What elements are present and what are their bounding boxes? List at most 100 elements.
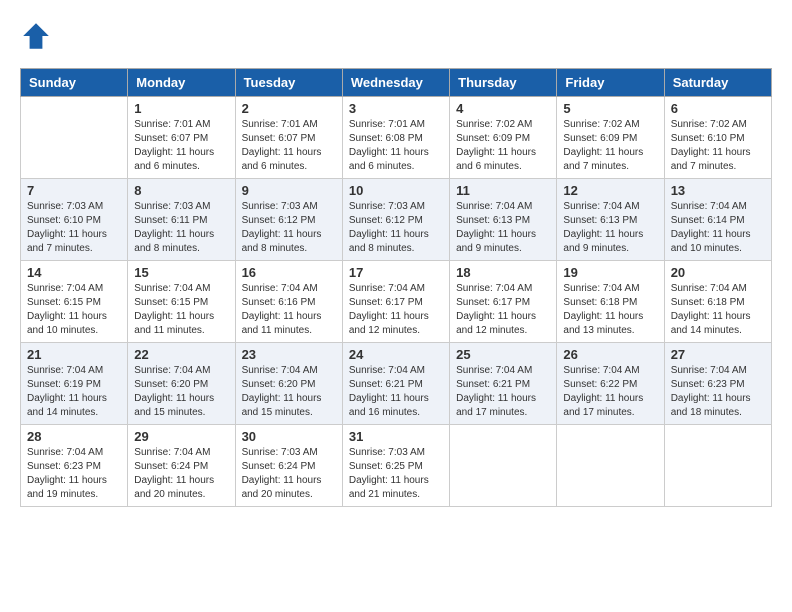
calendar-week-row: 21 Sunrise: 7:04 AM Sunset: 6:19 PM Dayli… bbox=[21, 343, 772, 425]
calendar-cell: 23Sunrise: 7:04 AM Sunset: 6:20 PM Dayli… bbox=[235, 343, 342, 425]
day-info: Sunrise: 7:04 AM Sunset: 6:16 PM Dayligh… bbox=[242, 282, 336, 338]
weekday-header-wednesday: Wednesday bbox=[342, 69, 449, 97]
calendar-cell: 2 Sunrise: 7:01 AM Sunset: 6:07 PM Daylig… bbox=[235, 97, 342, 179]
logo bbox=[20, 20, 56, 52]
calendar-cell bbox=[450, 425, 557, 507]
day-info: Sunrise: 7:01 AM Sunset: 6:08 PM Dayligh… bbox=[349, 118, 443, 174]
calendar-cell: 13 Sunrise: 7:04 AM Sunset: 6:14 PM Dayli… bbox=[664, 179, 771, 261]
day-number: 25 bbox=[456, 347, 550, 362]
day-info: Sunrise: 7:04 AM Sunset: 6:15 PM Dayligh… bbox=[134, 282, 228, 338]
day-number: 13 bbox=[671, 183, 765, 198]
header bbox=[20, 20, 772, 52]
day-number: 3 bbox=[349, 101, 443, 116]
calendar-cell: 10Sunrise: 7:03 AM Sunset: 6:12 PM Dayli… bbox=[342, 179, 449, 261]
calendar-cell: 17 Sunrise: 7:04 AM Sunset: 6:17 PM Dayli… bbox=[342, 261, 449, 343]
calendar-cell: 22Sunrise: 7:04 AM Sunset: 6:20 PM Dayli… bbox=[128, 343, 235, 425]
calendar-cell: 18 Sunrise: 7:04 AM Sunset: 6:17 PM Dayli… bbox=[450, 261, 557, 343]
calendar-cell: 19Sunrise: 7:04 AM Sunset: 6:18 PM Dayli… bbox=[557, 261, 664, 343]
day-info: Sunrise: 7:04 AM Sunset: 6:21 PM Dayligh… bbox=[349, 364, 443, 420]
day-info: Sunrise: 7:03 AM Sunset: 6:12 PM Dayligh… bbox=[242, 200, 336, 256]
day-info: Sunrise: 7:04 AM Sunset: 6:23 PM Dayligh… bbox=[671, 364, 765, 420]
day-number: 23 bbox=[242, 347, 336, 362]
calendar-cell: 25 Sunrise: 7:04 AM Sunset: 6:21 PM Dayli… bbox=[450, 343, 557, 425]
weekday-header-monday: Monday bbox=[128, 69, 235, 97]
calendar-cell: 20 Sunrise: 7:04 AM Sunset: 6:18 PM Dayli… bbox=[664, 261, 771, 343]
day-info: Sunrise: 7:03 AM Sunset: 6:24 PM Dayligh… bbox=[242, 446, 336, 502]
calendar-cell: 29 Sunrise: 7:04 AM Sunset: 6:24 PM Dayli… bbox=[128, 425, 235, 507]
day-info: Sunrise: 7:02 AM Sunset: 6:09 PM Dayligh… bbox=[563, 118, 657, 174]
day-info: Sunrise: 7:03 AM Sunset: 6:12 PM Dayligh… bbox=[349, 200, 443, 256]
day-info: Sunrise: 7:04 AM Sunset: 6:19 PM Dayligh… bbox=[27, 364, 121, 420]
calendar-week-row: 28 Sunrise: 7:04 AM Sunset: 6:23 PM Dayli… bbox=[21, 425, 772, 507]
day-number: 30 bbox=[242, 429, 336, 444]
calendar-cell: 4 Sunrise: 7:02 AM Sunset: 6:09 PM Daylig… bbox=[450, 97, 557, 179]
calendar-cell: 30 Sunrise: 7:03 AM Sunset: 6:24 PM Dayli… bbox=[235, 425, 342, 507]
calendar-cell: 15 Sunrise: 7:04 AM Sunset: 6:15 PM Dayli… bbox=[128, 261, 235, 343]
weekday-header-sunday: Sunday bbox=[21, 69, 128, 97]
day-info: Sunrise: 7:04 AM Sunset: 6:18 PM Dayligh… bbox=[563, 282, 657, 338]
calendar-cell: 31Sunrise: 7:03 AM Sunset: 6:25 PM Dayli… bbox=[342, 425, 449, 507]
weekday-header-row: SundayMondayTuesdayWednesdayThursdayFrid… bbox=[21, 69, 772, 97]
day-number: 1 bbox=[134, 101, 228, 116]
calendar-week-row: 7 Sunrise: 7:03 AM Sunset: 6:10 PM Daylig… bbox=[21, 179, 772, 261]
day-info: Sunrise: 7:04 AM Sunset: 6:17 PM Dayligh… bbox=[456, 282, 550, 338]
day-number: 28 bbox=[27, 429, 121, 444]
day-info: Sunrise: 7:04 AM Sunset: 6:21 PM Dayligh… bbox=[456, 364, 550, 420]
day-number: 4 bbox=[456, 101, 550, 116]
day-number: 18 bbox=[456, 265, 550, 280]
day-info: Sunrise: 7:04 AM Sunset: 6:23 PM Dayligh… bbox=[27, 446, 121, 502]
day-number: 20 bbox=[671, 265, 765, 280]
calendar-cell: 21 Sunrise: 7:04 AM Sunset: 6:19 PM Dayli… bbox=[21, 343, 128, 425]
day-info: Sunrise: 7:04 AM Sunset: 6:13 PM Dayligh… bbox=[456, 200, 550, 256]
day-number: 11 bbox=[456, 183, 550, 198]
calendar-cell: 1 Sunrise: 7:01 AM Sunset: 6:07 PM Daylig… bbox=[128, 97, 235, 179]
day-info: Sunrise: 7:04 AM Sunset: 6:17 PM Dayligh… bbox=[349, 282, 443, 338]
calendar-cell: 28 Sunrise: 7:04 AM Sunset: 6:23 PM Dayli… bbox=[21, 425, 128, 507]
day-number: 26 bbox=[563, 347, 657, 362]
calendar-cell: 12Sunrise: 7:04 AM Sunset: 6:13 PM Dayli… bbox=[557, 179, 664, 261]
calendar-cell: 7 Sunrise: 7:03 AM Sunset: 6:10 PM Daylig… bbox=[21, 179, 128, 261]
day-info: Sunrise: 7:02 AM Sunset: 6:09 PM Dayligh… bbox=[456, 118, 550, 174]
day-number: 21 bbox=[27, 347, 121, 362]
weekday-header-saturday: Saturday bbox=[664, 69, 771, 97]
logo-icon bbox=[20, 20, 52, 52]
day-info: Sunrise: 7:04 AM Sunset: 6:14 PM Dayligh… bbox=[671, 200, 765, 256]
day-info: Sunrise: 7:03 AM Sunset: 6:11 PM Dayligh… bbox=[134, 200, 228, 256]
calendar-cell bbox=[557, 425, 664, 507]
day-number: 27 bbox=[671, 347, 765, 362]
day-number: 7 bbox=[27, 183, 121, 198]
day-info: Sunrise: 7:04 AM Sunset: 6:24 PM Dayligh… bbox=[134, 446, 228, 502]
day-number: 22 bbox=[134, 347, 228, 362]
day-info: Sunrise: 7:03 AM Sunset: 6:10 PM Dayligh… bbox=[27, 200, 121, 256]
calendar-cell: 3 Sunrise: 7:01 AM Sunset: 6:08 PM Daylig… bbox=[342, 97, 449, 179]
day-number: 6 bbox=[671, 101, 765, 116]
calendar-week-row: 1 Sunrise: 7:01 AM Sunset: 6:07 PM Daylig… bbox=[21, 97, 772, 179]
calendar-cell: 24Sunrise: 7:04 AM Sunset: 6:21 PM Dayli… bbox=[342, 343, 449, 425]
day-info: Sunrise: 7:01 AM Sunset: 6:07 PM Dayligh… bbox=[134, 118, 228, 174]
calendar-cell: 8Sunrise: 7:03 AM Sunset: 6:11 PM Daylig… bbox=[128, 179, 235, 261]
day-number: 15 bbox=[134, 265, 228, 280]
day-info: Sunrise: 7:01 AM Sunset: 6:07 PM Dayligh… bbox=[242, 118, 336, 174]
day-number: 2 bbox=[242, 101, 336, 116]
calendar-cell: 14Sunrise: 7:04 AM Sunset: 6:15 PM Dayli… bbox=[21, 261, 128, 343]
calendar-cell bbox=[664, 425, 771, 507]
day-number: 9 bbox=[242, 183, 336, 198]
day-number: 5 bbox=[563, 101, 657, 116]
calendar-cell: 16 Sunrise: 7:04 AM Sunset: 6:16 PM Dayli… bbox=[235, 261, 342, 343]
day-number: 16 bbox=[242, 265, 336, 280]
calendar-cell: 5 Sunrise: 7:02 AM Sunset: 6:09 PM Daylig… bbox=[557, 97, 664, 179]
calendar-cell bbox=[21, 97, 128, 179]
weekday-header-friday: Friday bbox=[557, 69, 664, 97]
calendar-week-row: 14Sunrise: 7:04 AM Sunset: 6:15 PM Dayli… bbox=[21, 261, 772, 343]
weekday-header-tuesday: Tuesday bbox=[235, 69, 342, 97]
calendar-table: SundayMondayTuesdayWednesdayThursdayFrid… bbox=[20, 68, 772, 507]
day-info: Sunrise: 7:04 AM Sunset: 6:18 PM Dayligh… bbox=[671, 282, 765, 338]
day-info: Sunrise: 7:04 AM Sunset: 6:15 PM Dayligh… bbox=[27, 282, 121, 338]
calendar-cell: 11 Sunrise: 7:04 AM Sunset: 6:13 PM Dayli… bbox=[450, 179, 557, 261]
calendar-cell: 6Sunrise: 7:02 AM Sunset: 6:10 PM Daylig… bbox=[664, 97, 771, 179]
day-number: 17 bbox=[349, 265, 443, 280]
day-info: Sunrise: 7:04 AM Sunset: 6:22 PM Dayligh… bbox=[563, 364, 657, 420]
day-number: 29 bbox=[134, 429, 228, 444]
day-info: Sunrise: 7:04 AM Sunset: 6:13 PM Dayligh… bbox=[563, 200, 657, 256]
calendar-cell: 26 Sunrise: 7:04 AM Sunset: 6:22 PM Dayli… bbox=[557, 343, 664, 425]
